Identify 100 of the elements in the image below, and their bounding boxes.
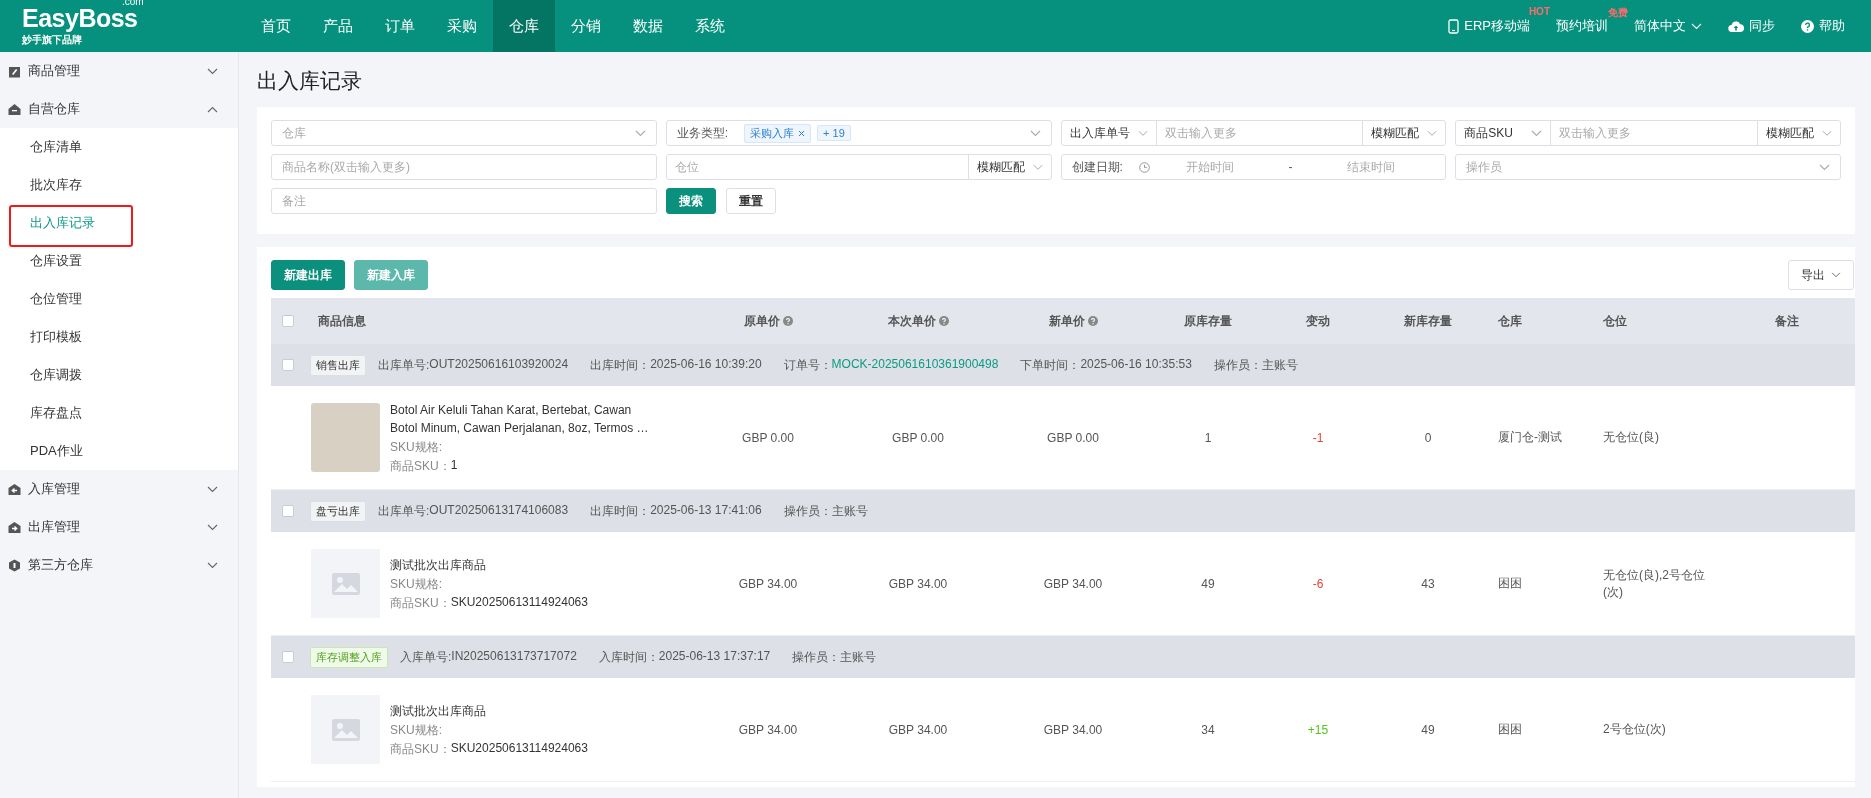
column-header: 商品信息 bbox=[317, 312, 367, 330]
sidebar-item[interactable]: 仓库清单 bbox=[0, 128, 238, 166]
nav-tab[interactable]: 系统 bbox=[679, 0, 741, 52]
sidebar-item[interactable]: 仓库调拨 bbox=[0, 356, 238, 394]
table-cell-text: 49 bbox=[1200, 576, 1216, 591]
sidebar-item[interactable]: 批次库存 bbox=[0, 166, 238, 204]
table-cell-text: GBP 0.00 bbox=[1046, 430, 1100, 445]
sidebar-item[interactable]: 仓库设置 bbox=[0, 242, 238, 280]
create-button[interactable]: 新建出库 bbox=[271, 260, 345, 290]
table-cell-text: GBP 34.00 bbox=[1042, 722, 1104, 737]
table-cell-text: GBP 0.00 bbox=[891, 430, 945, 445]
table-cell-text: 困困 bbox=[1497, 721, 1523, 738]
clock-icon bbox=[1138, 161, 1150, 173]
meta-value: OUT20250613174106083 bbox=[429, 502, 569, 519]
checkbox[interactable] bbox=[282, 315, 294, 327]
warehouse-arrow-icon bbox=[8, 482, 21, 496]
meta-value: 2025-06-16 10:39:20 bbox=[650, 356, 762, 373]
meta-label: 操作员： bbox=[792, 648, 841, 666]
sku-spec-label: SKU规格: bbox=[390, 575, 443, 593]
sidebar-item[interactable]: PDA作业 bbox=[0, 432, 238, 470]
meta-label: 出库单号: bbox=[378, 356, 430, 374]
date-range-field[interactable]: 创建日期: 开始时间 - 结束时间 bbox=[1060, 154, 1447, 180]
checkbox[interactable] bbox=[282, 359, 294, 371]
product-name[interactable]: 测试批次出库商品 bbox=[390, 555, 650, 574]
table-cell-text: 49 bbox=[1420, 722, 1436, 737]
table-cell-text: 无仓位(良),2号仓位(次) bbox=[1602, 566, 1706, 601]
sidebar-item[interactable]: 打印模板 bbox=[0, 318, 238, 356]
meta-label: 操作员： bbox=[783, 502, 832, 520]
field-label: 业务类型: bbox=[676, 124, 729, 142]
chevron-down-icon bbox=[207, 561, 218, 569]
record-type-tag: 库存调整入库 bbox=[310, 646, 388, 668]
column-header: 本次单价 bbox=[838, 312, 998, 330]
table-cell-text: -1 bbox=[1311, 430, 1325, 445]
sidebar-group[interactable]: 自营仓库 bbox=[0, 90, 238, 128]
close-icon[interactable] bbox=[798, 129, 806, 137]
table-cell-text: -6 bbox=[1311, 576, 1325, 591]
meta-value: 2025-06-13 17:41:06 bbox=[650, 502, 762, 519]
table-cell-text: 43 bbox=[1420, 576, 1436, 591]
help-icon bbox=[1801, 19, 1814, 33]
tag-select-field[interactable]: 业务类型: 采购入库 + 19 bbox=[665, 120, 1052, 146]
table-cell-text: 2号仓位(次) bbox=[1602, 721, 1667, 738]
record-type-tag: 销售出库 bbox=[310, 354, 366, 376]
table-cell-text: 厦门仓-测试 bbox=[1497, 429, 1563, 446]
top-action[interactable]: 帮助 bbox=[1801, 17, 1845, 35]
sidebar-group[interactable]: 第三方仓库 bbox=[0, 546, 238, 584]
nav-tab[interactable]: 数据 bbox=[617, 0, 679, 52]
sku-spec-label: SKU规格: bbox=[390, 721, 443, 739]
table-cell-text: 无仓位(良) bbox=[1602, 429, 1660, 446]
house-icon bbox=[8, 102, 21, 116]
nav-tab[interactable]: 仓库 bbox=[493, 0, 555, 52]
meta-value: 主账号 bbox=[831, 502, 868, 520]
export-button[interactable]: 导出 bbox=[1788, 260, 1854, 290]
nav-tab[interactable]: 采购 bbox=[431, 0, 493, 52]
sidebar-group[interactable]: 商品管理 bbox=[0, 52, 238, 90]
table-cell-text: 困困 bbox=[1497, 575, 1523, 592]
product-name[interactable]: 测试批次出库商品 bbox=[390, 701, 650, 720]
table-cell-text: GBP 34.00 bbox=[1042, 576, 1104, 591]
meta-value: 2025-06-16 10:35:53 bbox=[1080, 356, 1192, 373]
page-title: 出入库记录 bbox=[257, 68, 363, 94]
sidebar-item[interactable]: 仓位管理 bbox=[0, 280, 238, 318]
top-action[interactable]: 同步 bbox=[1728, 17, 1775, 35]
reset-button[interactable]: 重置 bbox=[725, 188, 776, 214]
search-button[interactable]: 搜索 bbox=[665, 188, 716, 214]
badge-label: HOT bbox=[1528, 6, 1550, 17]
sidebar-item[interactable]: 库存盘点 bbox=[0, 394, 238, 432]
badge-label: 免费 bbox=[1608, 6, 1628, 20]
nav-tab[interactable]: 订单 bbox=[369, 0, 431, 52]
meta-label: 出库单号: bbox=[378, 502, 430, 520]
chevron-down-icon bbox=[207, 523, 218, 531]
chevron-down-icon bbox=[1819, 163, 1830, 171]
nav-tab[interactable]: 首页 bbox=[245, 0, 307, 52]
image-icon bbox=[330, 571, 361, 596]
meta-label: 操作员： bbox=[1213, 356, 1262, 374]
filter-chip: 采购入库 bbox=[744, 123, 812, 143]
top-action[interactable]: ERP移动端 bbox=[1448, 17, 1530, 35]
meta-value: IN20250613173717072 bbox=[451, 648, 577, 665]
logo-tagline: 妙手旗下品牌 bbox=[22, 32, 83, 47]
sidebar-item[interactable]: 出入库记录 bbox=[0, 204, 238, 242]
product-name[interactable]: Botol Air Keluli Tahan Karat, Bertebat, Cawan Botol Minum, Cawan Perjalanan, 8oz, Termos … bbox=[390, 400, 650, 437]
checkbox[interactable] bbox=[282, 651, 294, 663]
chevron-up-icon bbox=[207, 105, 218, 113]
meta-label: 出库时间： bbox=[590, 502, 651, 520]
top-action[interactable]: 简体中文 bbox=[1634, 17, 1702, 35]
checkbox[interactable] bbox=[282, 505, 294, 517]
column-header: 备注 bbox=[1773, 312, 1800, 330]
phone-icon bbox=[1448, 18, 1460, 34]
date-separator: - bbox=[1288, 160, 1293, 174]
nav-tab[interactable]: 分销 bbox=[555, 0, 617, 52]
sidebar-group[interactable]: 出库管理 bbox=[0, 508, 238, 546]
sku-value: 1 bbox=[450, 457, 458, 474]
chevron-down-icon bbox=[207, 67, 218, 75]
sku-label: 商品SKU： bbox=[390, 740, 451, 758]
table-cell-text: 1 bbox=[1203, 430, 1213, 445]
nav-tab[interactable]: 产品 bbox=[307, 0, 369, 52]
sidebar-group[interactable]: 入库管理 bbox=[0, 470, 238, 508]
chevron-down-icon bbox=[634, 129, 646, 137]
meta-label: 入库单号: bbox=[400, 648, 452, 666]
top-action[interactable]: 预约培训 bbox=[1556, 17, 1608, 35]
table-cell-text: +15 bbox=[1306, 722, 1330, 737]
logo-text: EasyBoss bbox=[22, 5, 138, 31]
